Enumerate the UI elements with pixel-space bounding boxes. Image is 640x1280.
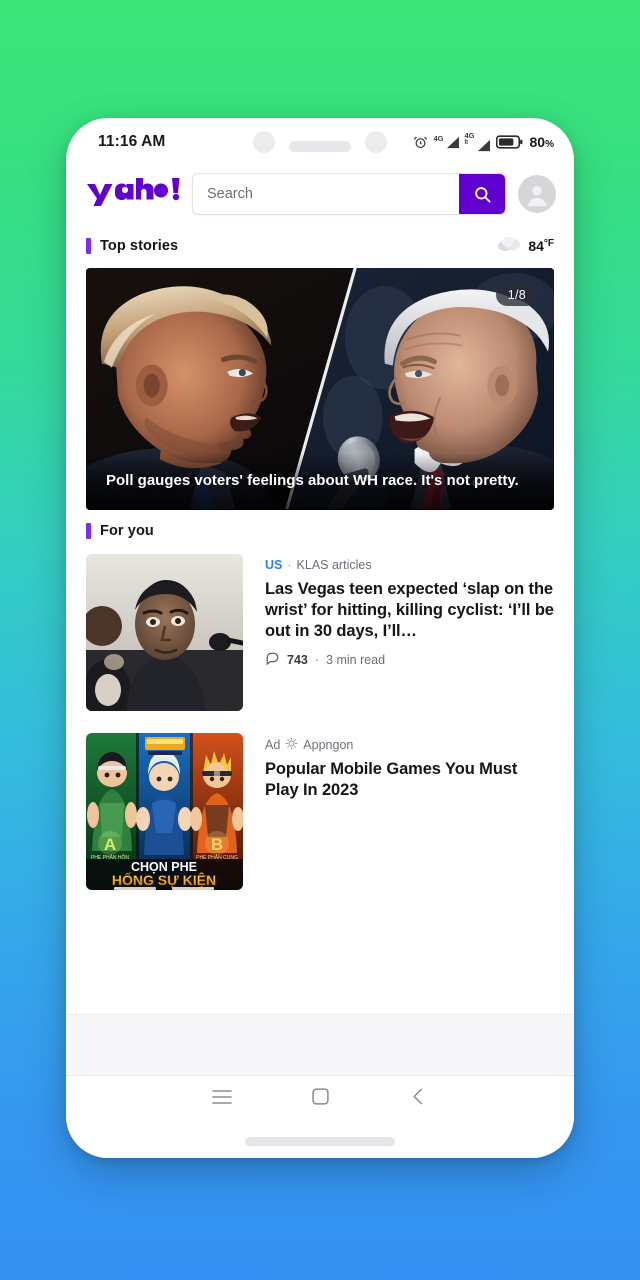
comment-count: 743 xyxy=(287,653,308,668)
weather-temperature: 84°F xyxy=(528,238,554,254)
app-header xyxy=(66,166,574,222)
article-headline[interactable]: Las Vegas teen expected ‘slap on the wri… xyxy=(265,579,554,641)
status-bar: 11:16 AM 4G 4G lt 80% xyxy=(66,118,574,166)
avatar[interactable] xyxy=(518,175,556,213)
article-body: US · KLAS articles Las Vegas teen expected… xyxy=(265,554,554,711)
advertiser-name: Appngon xyxy=(303,738,354,752)
article-kicker: US · KLAS articles xyxy=(265,558,372,572)
signal-4g-icon: 4G xyxy=(433,135,459,149)
article-source: US xyxy=(265,558,283,572)
battery-icon xyxy=(495,135,523,149)
back-chevron-icon xyxy=(410,1087,426,1111)
anime-game-banner: A B PHE PHẢN HỒN PHE PHẢN CUNG CHỌN PHE … xyxy=(86,733,243,890)
app-screen: Top stories 84°F 1/8 Poll gauges voters'… xyxy=(66,222,574,1158)
front-camera-icon xyxy=(253,131,275,153)
read-time: 3 min read xyxy=(326,653,386,668)
battery-percent-label: 80% xyxy=(529,134,554,150)
weather-widget[interactable]: 84°F xyxy=(497,235,554,257)
status-icons-group: 4G 4G lt 80% xyxy=(413,132,554,152)
svg-text:HỐNG SỰ KIỆN: HỐNG SỰ KIỆN xyxy=(112,871,216,888)
ad-headline[interactable]: Popular Mobile Games You Must Play In 20… xyxy=(265,759,554,801)
hero-headline: Poll gauges voters' feelings about WH ra… xyxy=(86,452,554,510)
phone-device-frame: 11:16 AM 4G 4G lt 80% Search Top stories… xyxy=(66,118,574,1158)
menu-recents-icon xyxy=(211,1089,233,1110)
article-meta: 743 · 3 min read xyxy=(265,651,554,669)
comment-bubble-icon[interactable] xyxy=(265,651,280,669)
cloud-icon xyxy=(497,235,521,257)
gesture-handle[interactable] xyxy=(245,1137,395,1146)
alarm-clock-icon xyxy=(413,135,428,150)
sensor-icon xyxy=(365,131,387,153)
svg-text:A: A xyxy=(104,835,116,854)
signal-4g-icon-secondary: 4G lt xyxy=(465,132,491,152)
bottom-toolbar-band xyxy=(66,1014,574,1076)
search-submit-button[interactable] xyxy=(459,174,505,214)
meta-separator: · xyxy=(314,653,320,668)
ad-kicker: Ad Appngon xyxy=(265,737,554,753)
home-button[interactable] xyxy=(271,1087,369,1111)
ad-thumbnail[interactable]: A B PHE PHẢN HỒN PHE PHẢN CUNG CHỌN PHE … xyxy=(86,733,243,890)
earpiece-speaker xyxy=(289,141,351,152)
search-bar[interactable] xyxy=(192,173,506,215)
section-accent-bar xyxy=(86,523,91,539)
search-input[interactable] xyxy=(193,174,459,214)
yahoo-logo[interactable] xyxy=(86,177,180,212)
svg-text:B: B xyxy=(211,835,223,854)
section-header-for-you: For you xyxy=(66,510,574,550)
status-clock: 11:16 AM xyxy=(98,133,166,150)
back-button[interactable] xyxy=(369,1087,467,1111)
list-item-ad[interactable]: A B PHE PHẢN HỒN PHE PHẢN CUNG CHỌN PHE … xyxy=(66,711,574,890)
recents-button[interactable] xyxy=(173,1089,271,1110)
news-feed[interactable]: Top stories 84°F 1/8 Poll gauges voters'… xyxy=(66,222,574,1076)
android-navigation-bar xyxy=(66,1076,574,1122)
sponsor-badge-icon xyxy=(285,737,298,753)
section-title: Top stories xyxy=(100,238,179,254)
ad-body: Ad Appngon Popular Mobile Games You Must… xyxy=(265,733,554,890)
section-title: For you xyxy=(100,523,154,539)
ad-label: Ad xyxy=(265,738,281,752)
section-accent-bar xyxy=(86,238,91,254)
hero-story-card[interactable]: 1/8 Poll gauges voters' feelings about W… xyxy=(86,268,554,510)
list-item[interactable]: US · KLAS articles Las Vegas teen expected… xyxy=(66,550,574,711)
teen-photo xyxy=(86,554,243,711)
hero-counter-badge: 1/8 xyxy=(495,284,538,306)
article-publisher: KLAS articles xyxy=(296,558,372,572)
article-thumbnail[interactable] xyxy=(86,554,243,711)
section-header-top-stories: Top stories 84°F xyxy=(66,222,574,268)
home-square-icon xyxy=(311,1087,330,1111)
